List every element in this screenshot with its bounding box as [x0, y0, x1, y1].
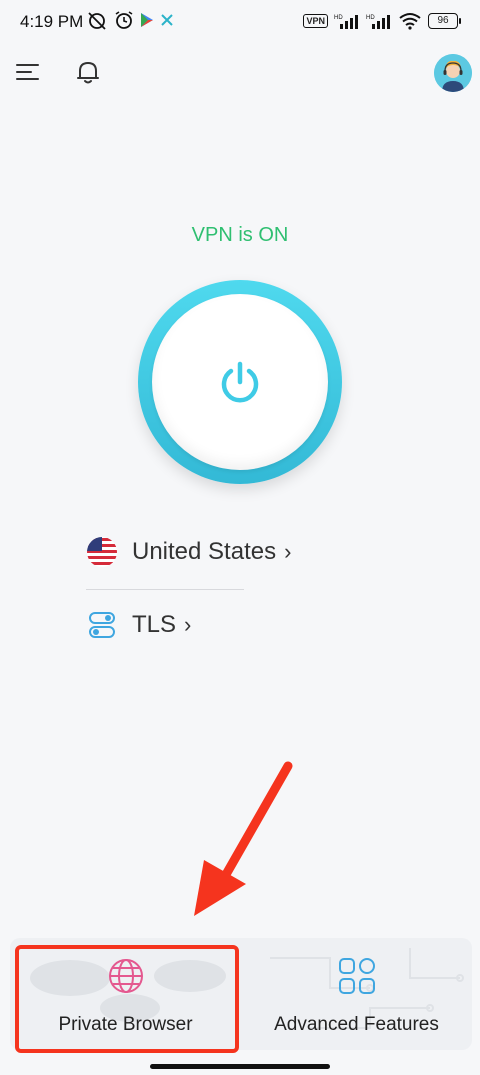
bell-icon[interactable]	[74, 58, 102, 86]
annotation-arrow-icon	[194, 761, 293, 916]
play-store-icon	[141, 13, 153, 27]
support-agent-icon	[434, 54, 472, 92]
svg-text:HD: HD	[366, 15, 375, 21]
highlight-box	[15, 945, 239, 1053]
support-avatar[interactable]	[434, 54, 472, 92]
location-selector[interactable]: United States ›	[86, 536, 291, 568]
advanced-features-button[interactable]: Advanced Features	[241, 938, 472, 1050]
power-button[interactable]	[138, 280, 342, 484]
menu-icon[interactable]	[14, 58, 42, 86]
status-bar: 4:19 PM VPN HD HD 96	[0, 0, 480, 46]
us-flag-icon	[87, 537, 117, 567]
power-icon	[221, 361, 259, 403]
protocol-label: TLS	[132, 611, 177, 638]
divider	[86, 589, 244, 590]
alarm-icon	[115, 11, 133, 29]
battery-indicator: 96	[428, 13, 461, 29]
svg-text:HD: HD	[334, 15, 343, 21]
protocol-selector[interactable]: TLS ›	[86, 609, 191, 641]
signal-icon-2: HD	[366, 15, 390, 29]
home-indicator[interactable]	[150, 1064, 330, 1069]
country-label: United States	[132, 538, 277, 565]
muted-alarm-icon	[88, 12, 106, 30]
top-bar	[0, 50, 480, 100]
wifi-icon	[399, 13, 421, 30]
advanced-features-label: Advanced Features	[274, 1014, 439, 1035]
grid-icon	[338, 958, 375, 994]
chevron-right-icon: ›	[184, 612, 192, 637]
clock: 4:19 PM	[20, 12, 84, 31]
signal-icon: HD	[334, 15, 358, 29]
chevron-right-icon: ›	[284, 539, 292, 564]
toggles-icon	[89, 612, 115, 638]
vpn-status-text: VPN is ON	[191, 224, 289, 246]
x-icon	[161, 14, 173, 26]
vpn-badge: VPN	[303, 14, 328, 28]
